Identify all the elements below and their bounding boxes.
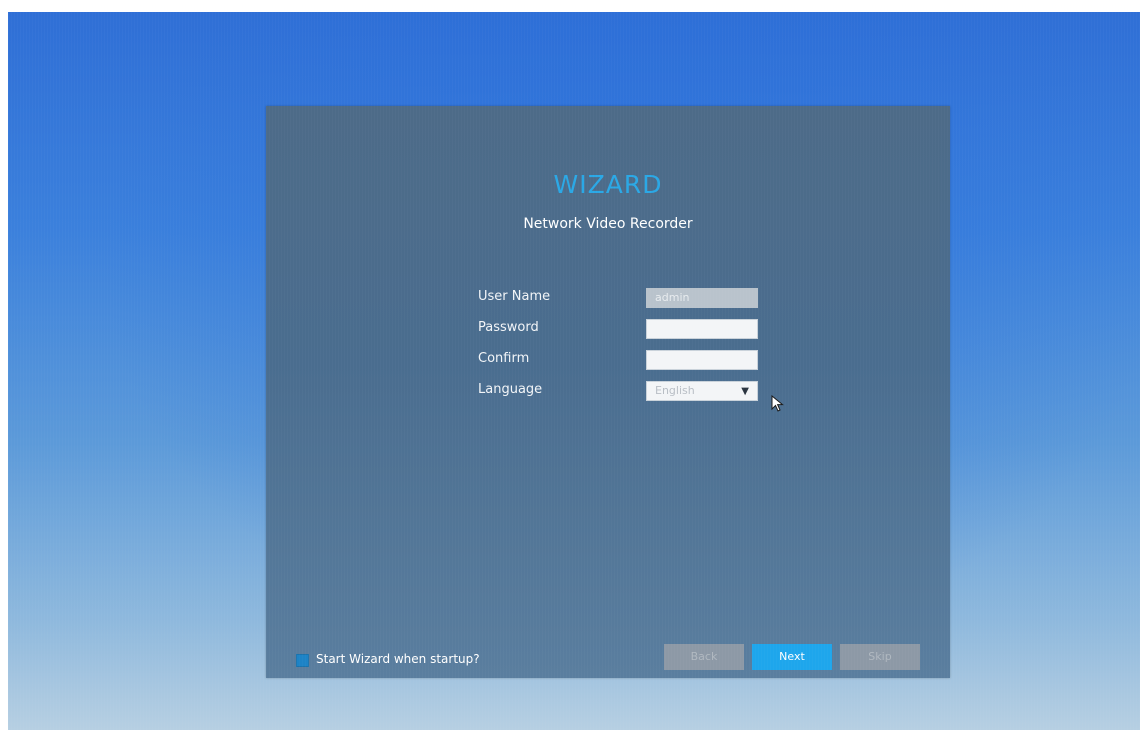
username-field[interactable]: admin — [646, 288, 758, 308]
confirm-label: Confirm — [478, 351, 530, 366]
language-select-value: English — [655, 384, 695, 397]
caret-down-icon: ▼ — [741, 386, 749, 397]
password-field[interactable] — [646, 319, 758, 339]
language-label: Language — [478, 382, 543, 397]
start-wizard-checkbox[interactable] — [296, 654, 309, 667]
password-label: Password — [478, 320, 539, 335]
monitor-screen: WIZARD Network Video Recorder User Name … — [8, 12, 1140, 730]
skip-button[interactable]: Skip — [840, 644, 920, 670]
language-select[interactable]: English ▼ — [646, 381, 758, 401]
next-button[interactable]: Next — [752, 644, 832, 670]
username-label: User Name — [478, 289, 551, 304]
wizard-subtitle: Network Video Recorder — [523, 216, 693, 232]
back-button[interactable]: Back — [664, 644, 744, 670]
wizard-title: WIZARD — [553, 170, 663, 199]
mouse-pointer-icon — [771, 395, 784, 412]
wizard-dialog: WIZARD Network Video Recorder User Name … — [266, 106, 950, 678]
start-wizard-checkbox-label: Start Wizard when startup? — [316, 652, 480, 666]
confirm-password-field[interactable] — [646, 350, 758, 370]
photo-frame: WIZARD Network Video Recorder User Name … — [0, 0, 1140, 730]
